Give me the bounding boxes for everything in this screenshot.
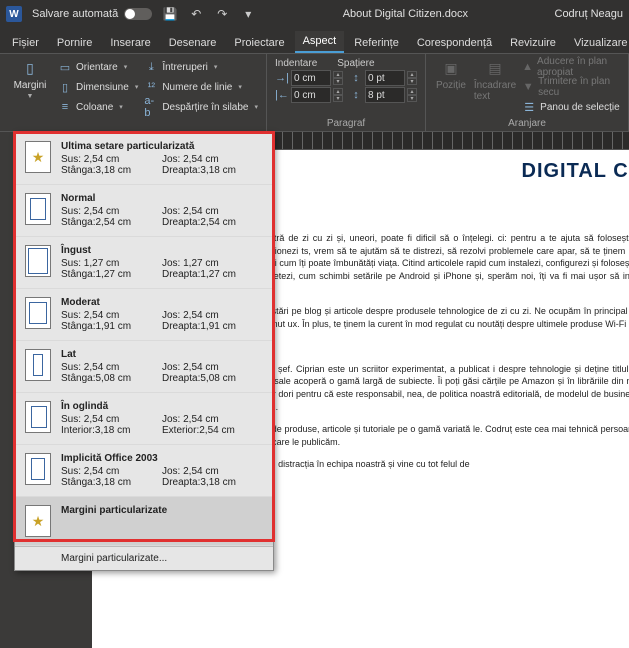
margin-option-name: Ultima setare particularizată xyxy=(61,141,263,152)
selection-pane-button[interactable]: ☰Panou de selecție xyxy=(522,98,620,116)
margin-thumb-icon xyxy=(25,401,51,433)
space-after-icon: ↕ xyxy=(349,88,363,102)
margin-thumb-icon xyxy=(25,193,51,225)
size-icon: ▯ xyxy=(58,80,72,94)
autosave-toggle-group[interactable]: Salvare automată xyxy=(32,8,152,20)
group-page-setup: ▯ Margini ▼ ▭Orientare▾ ▯Dimensiune▾ ≡Co… xyxy=(0,54,267,131)
wrap-text-button: ▤Încadrare text xyxy=(474,58,516,116)
margins-dropdown: ★Ultima setare particularizatăSus: 2,54 … xyxy=(14,132,274,571)
autosave-toggle[interactable] xyxy=(124,8,152,20)
margin-option-normal[interactable]: NormalSus: 2,54 cmJos: 2,54 cmStânga:2,5… xyxy=(15,185,273,237)
margin-thumb-icon xyxy=(25,245,51,277)
margins-icon: ▯ xyxy=(20,58,40,78)
space-after-input[interactable]: ↕▴▾ xyxy=(349,87,417,103)
tab-proiectare[interactable]: Proiectare xyxy=(226,33,292,53)
tab-pornire[interactable]: Pornire xyxy=(49,33,100,53)
group-paragraph: Indentare Spațiere →|▴▾ ↕▴▾ |←▴▾ ↕▴▾ Par… xyxy=(267,54,426,131)
bring-forward-button: ▲Aducere în plan apropiat xyxy=(522,58,620,76)
margin-option-moderate[interactable]: ModeratSus: 2,54 cmJos: 2,54 cmStânga:1,… xyxy=(15,289,273,341)
margin-option-narrow[interactable]: ÎngustSus: 1,27 cmJos: 1,27 cmStânga:1,2… xyxy=(15,237,273,289)
indent-left-input[interactable]: →|▴▾ xyxy=(275,70,343,86)
title-bar: W Salvare automată 💾 ↶ ↷ ▾ About Digital… xyxy=(0,0,629,28)
orientation-button[interactable]: ▭Orientare▾ xyxy=(58,58,138,76)
hyphenation-icon: a-b xyxy=(144,100,158,114)
margin-option-wide[interactable]: LatSus: 2,54 cmJos: 2,54 cmStânga:5,08 c… xyxy=(15,341,273,393)
line-numbers-button[interactable]: ¹²Numere de linie▾ xyxy=(144,78,258,96)
indent-right-input[interactable]: |←▴▾ xyxy=(275,87,343,103)
margin-option-name: Lat xyxy=(61,349,263,360)
margin-thumb-icon xyxy=(25,297,51,329)
position-icon: ▣ xyxy=(441,58,461,78)
margin-thumb-icon xyxy=(25,453,51,485)
margin-option-name: Moderat xyxy=(61,297,263,308)
columns-icon: ≡ xyxy=(58,100,72,114)
indent-right-icon: |← xyxy=(275,88,289,102)
tab-referințe[interactable]: Referințe xyxy=(346,33,407,53)
breaks-icon: ⤓ xyxy=(144,60,158,74)
margin-option-name: În oglindă xyxy=(61,401,263,412)
ribbon-tabs: FișierPornireInserareDesenareProiectareA… xyxy=(0,28,629,54)
size-button[interactable]: ▯Dimensiune▾ xyxy=(58,78,138,96)
margin-option-name: Implicită Office 2003 xyxy=(61,453,263,464)
position-button: ▣Poziție xyxy=(434,58,468,116)
group-label xyxy=(8,118,258,129)
margin-option-name: Margini particularizate xyxy=(61,505,263,516)
redo-icon[interactable]: ↷ xyxy=(214,6,230,22)
line-numbers-icon: ¹² xyxy=(144,80,158,94)
wrap-icon: ▤ xyxy=(485,58,505,78)
tab-desenare[interactable]: Desenare xyxy=(161,33,225,53)
qat-more-icon[interactable]: ▾ xyxy=(240,6,256,22)
columns-button[interactable]: ≡Coloane▾ xyxy=(58,98,138,116)
tab-revizuire[interactable]: Revizuire xyxy=(502,33,564,53)
tab-fișier[interactable]: Fișier xyxy=(4,33,47,53)
custom-margins-link[interactable]: Margini particularizate... xyxy=(15,546,273,570)
save-icon[interactable]: 💾 xyxy=(162,6,178,22)
selection-pane-icon: ☰ xyxy=(522,100,536,114)
tab-inserare[interactable]: Inserare xyxy=(102,33,158,53)
chevron-down-icon: ▼ xyxy=(27,93,34,100)
word-app-icon: W xyxy=(6,6,22,22)
breaks-button[interactable]: ⤓Întreruperi▾ xyxy=(144,58,258,76)
space-before-input[interactable]: ↕▴▾ xyxy=(349,70,417,86)
ribbon: ▯ Margini ▼ ▭Orientare▾ ▯Dimensiune▾ ≡Co… xyxy=(0,54,629,132)
margins-button[interactable]: ▯ Margini ▼ xyxy=(8,58,52,116)
document-title: About Digital Citizen.docx xyxy=(266,8,544,20)
margin-thumb-icon xyxy=(25,349,51,381)
margin-option-mirror[interactable]: În oglindăSus: 2,54 cmJos: 2,54 cmInteri… xyxy=(15,393,273,445)
autosave-label: Salvare automată xyxy=(32,8,118,20)
tab-vizualizare[interactable]: Vizualizare xyxy=(566,33,629,53)
undo-icon[interactable]: ↶ xyxy=(188,6,204,22)
margin-thumb-icon: ★ xyxy=(25,141,51,173)
custom-margin-icon: ★ xyxy=(25,505,51,537)
margin-option-name: Îngust xyxy=(61,245,263,256)
indent-left-icon: →| xyxy=(275,71,289,85)
tab-corespondență[interactable]: Corespondență xyxy=(409,33,500,53)
digital-citizen-logo: DIGITAL CITIZEN xyxy=(522,160,629,183)
hyphenation-button[interactable]: a-bDespărțire în silabe▾ xyxy=(144,98,258,116)
margin-option-o2003[interactable]: Implicită Office 2003Sus: 2,54 cmJos: 2,… xyxy=(15,445,273,497)
user-name[interactable]: Codruț Neagu xyxy=(555,8,624,20)
margin-option-name: Normal xyxy=(61,193,263,204)
space-before-icon: ↕ xyxy=(349,71,363,85)
tab-aspect[interactable]: Aspect xyxy=(295,31,345,53)
margin-option-last[interactable]: ★Ultima setare particularizatăSus: 2,54 … xyxy=(15,133,273,185)
send-backward-button: ▼Trimitere în plan secu xyxy=(522,78,620,96)
bring-forward-icon: ▲ xyxy=(522,60,533,74)
group-arrange: ▣Poziție ▤Încadrare text ▲Aducere în pla… xyxy=(426,54,629,131)
margin-option-custom[interactable]: ★ Margini particularizate xyxy=(15,497,273,546)
orientation-icon: ▭ xyxy=(58,60,72,74)
send-backward-icon: ▼ xyxy=(522,80,534,94)
